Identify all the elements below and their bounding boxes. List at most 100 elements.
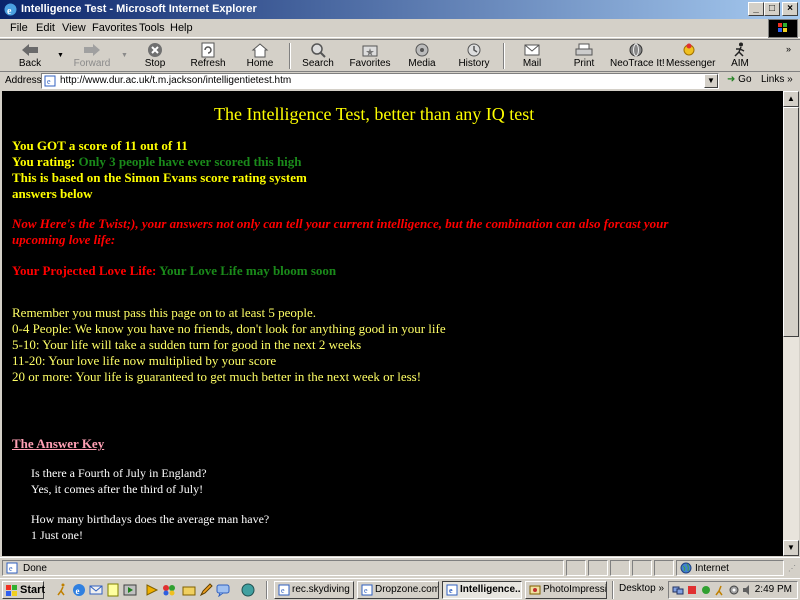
status-pane-empty <box>588 560 608 576</box>
menu-edit[interactable]: Edit <box>36 22 55 34</box>
tray-gear-icon[interactable] <box>728 584 740 596</box>
status-pane-empty <box>654 560 674 576</box>
forward-dropdown-icon[interactable]: ▼ <box>121 52 128 59</box>
rule-line: 5-10: Your life will take a sudden turn … <box>12 337 362 352</box>
quicklaunch-globe-icon[interactable] <box>241 583 255 597</box>
history-button[interactable]: History <box>452 41 496 72</box>
taskbar-task-rec-skydiving[interactable]: e rec.skydiving - ... <box>274 581 354 599</box>
home-icon <box>251 43 269 58</box>
quicklaunch-butterfly-icon[interactable] <box>162 583 176 597</box>
stop-icon <box>148 43 162 57</box>
score-line: You GOT a score of 11 out of 11 <box>12 138 188 153</box>
tray-antivirus-icon[interactable] <box>686 584 698 596</box>
system-tray: 2:49 PM <box>668 581 798 599</box>
messenger-button[interactable]: Messenger <box>666 41 715 72</box>
maximize-button[interactable]: □ <box>764 2 780 16</box>
question-text: How many birthdays does the average man … <box>31 512 270 526</box>
task-label: Dropzone.com... <box>375 584 438 595</box>
ie-window: e Intelligence Test - Microsoft Internet… <box>0 0 800 578</box>
home-button[interactable]: Home <box>238 41 282 72</box>
quicklaunch-media-icon[interactable] <box>123 583 137 597</box>
back-button[interactable]: Back <box>6 41 54 72</box>
taskbar-task-photoimpression[interactable]: PhotoImpression <box>525 581 607 599</box>
address-input[interactable]: e http://www.dur.ac.uk/t.m.jackson/intel… <box>41 73 719 89</box>
quicklaunch-chat-icon[interactable] <box>216 583 230 597</box>
aim-button[interactable]: AIM <box>722 41 758 72</box>
quicklaunch-notepad-icon[interactable] <box>106 583 120 597</box>
minimize-button[interactable]: _ <box>748 2 764 16</box>
rule-line: 20 or more: Your life is guaranteed to g… <box>12 369 422 384</box>
start-button[interactable]: Start <box>2 581 46 599</box>
remember-line: Remember you must pass this page on to a… <box>12 305 316 320</box>
links-button[interactable]: Links » <box>761 74 793 85</box>
menu-view[interactable]: View <box>62 22 86 34</box>
scroll-thumb[interactable] <box>783 107 799 337</box>
menu-help[interactable]: Help <box>170 22 193 34</box>
toolbar-chevron-icon[interactable]: » <box>786 44 791 54</box>
quicklaunch-winamp-icon[interactable] <box>145 583 159 597</box>
love-life-line: Your Projected Love Life: Your Love Life… <box>12 263 336 279</box>
svg-text:e: e <box>364 586 368 595</box>
svg-text:e: e <box>449 586 453 595</box>
twist-line-1: Now Here's the Twist;), your answers not… <box>12 216 669 231</box>
start-label: Start <box>20 584 46 596</box>
svg-text:e: e <box>7 6 12 17</box>
answer-key-link[interactable]: The Answer Key <box>12 436 104 452</box>
ie-logo-icon: e <box>4 3 17 17</box>
resize-grip-icon[interactable]: ⋰ <box>788 564 796 573</box>
question-text: Is there a Fourth of July in England? <box>31 466 207 480</box>
task-label: Intelligence... <box>460 584 522 595</box>
menu-tools[interactable]: Tools <box>139 22 165 34</box>
refresh-button[interactable]: Refresh <box>185 41 231 72</box>
task-label: PhotoImpression <box>543 584 607 595</box>
clock: 2:49 PM <box>754 584 792 595</box>
tray-volume-icon[interactable] <box>742 584 754 596</box>
search-icon <box>311 43 326 58</box>
quicklaunch-folder-icon[interactable] <box>182 583 196 597</box>
refresh-label: Refresh <box>190 58 226 69</box>
stop-label: Stop <box>144 58 166 69</box>
print-button[interactable]: Print <box>562 41 606 72</box>
close-button[interactable]: × <box>782 2 798 16</box>
neotrace-button[interactable]: NeoTrace It! <box>610 41 665 72</box>
title-bar[interactable]: e Intelligence Test - Microsoft Internet… <box>0 0 800 19</box>
menu-favorites[interactable]: Favorites <box>92 22 137 34</box>
task-label: rec.skydiving - ... <box>292 584 353 595</box>
tray-aim-icon[interactable] <box>714 584 726 596</box>
search-button[interactable]: Search <box>296 41 340 72</box>
quicklaunch-aim-icon[interactable] <box>55 583 69 597</box>
stop-button[interactable]: Stop <box>133 41 177 72</box>
scroll-up-arrow-icon[interactable]: ▲ <box>783 91 799 107</box>
taskbar-task-dropzone[interactable]: e Dropzone.com... <box>357 581 439 599</box>
answer-text: Yes, it comes after the third of July! <box>31 482 204 496</box>
quicklaunch-pencil-icon[interactable] <box>199 583 213 597</box>
mail-icon <box>524 44 540 56</box>
address-label: Address <box>5 75 42 86</box>
tray-messenger-icon[interactable] <box>700 584 712 596</box>
aim-running-man-icon <box>734 42 745 57</box>
quicklaunch-outlook-icon[interactable] <box>89 583 103 597</box>
mail-label: Mail <box>522 58 542 69</box>
vertical-scrollbar[interactable]: ▲ ▼ <box>783 91 799 556</box>
answers-below-line: answers below <box>12 186 93 201</box>
print-label: Print <box>573 58 595 69</box>
go-button[interactable]: ➜ Go <box>727 74 752 85</box>
desktop-toolbar[interactable]: Desktop » <box>619 583 664 594</box>
taskbar-task-intelligence[interactable]: e Intelligence... <box>442 581 522 599</box>
favorites-button[interactable]: Favorites <box>348 41 392 72</box>
address-dropdown-icon[interactable]: ▼ <box>704 74 718 88</box>
back-dropdown-icon[interactable]: ▼ <box>57 52 64 59</box>
menu-bar: File Edit View Favorites Tools Help <box>0 19 800 38</box>
photo-task-icon <box>529 585 541 595</box>
internet-globe-icon <box>680 562 692 574</box>
taskbar: Start e e rec.skydiving - ... e Dropzone… <box>0 578 800 600</box>
mail-button[interactable]: Mail <box>510 41 554 72</box>
menu-file[interactable]: File <box>10 22 28 34</box>
status-pane: e Done <box>2 560 564 576</box>
quicklaunch-ie-icon[interactable]: e <box>72 583 86 597</box>
tray-network-icon[interactable] <box>672 584 684 596</box>
status-pane-empty <box>632 560 652 576</box>
media-button[interactable]: Media <box>400 41 444 72</box>
forward-button[interactable]: Forward <box>66 41 118 72</box>
scroll-down-arrow-icon[interactable]: ▼ <box>783 540 799 556</box>
